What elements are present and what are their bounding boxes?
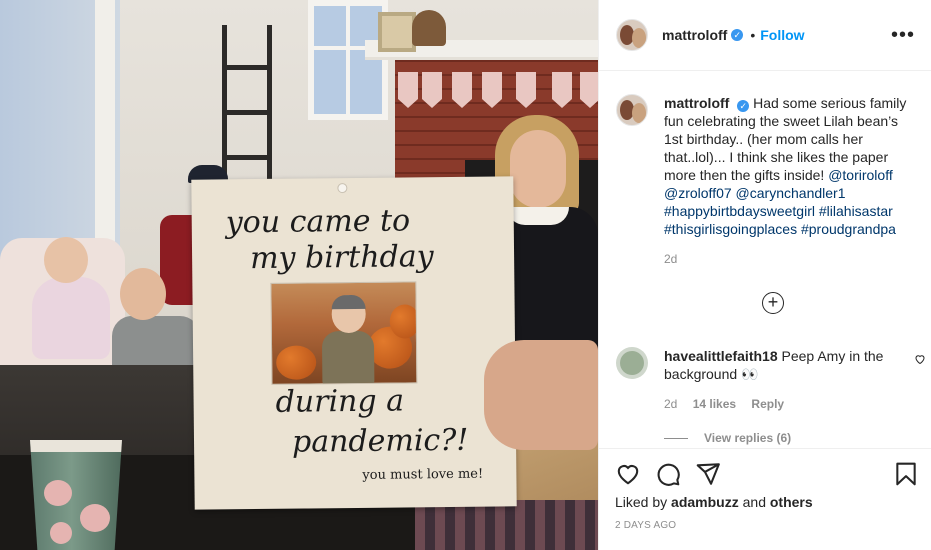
sign-line: you came to — [225, 203, 411, 241]
plus-circle-icon[interactable]: + — [762, 292, 784, 314]
photo-window — [308, 0, 388, 120]
verified-badge-icon: ✓ — [737, 100, 750, 112]
comment-text: havealittlefaith18 Peep Amy in the backg… — [664, 347, 896, 383]
sign-line: my birthday — [249, 239, 434, 277]
photo-ladder-shelf — [222, 25, 272, 185]
caption: mattroloff ✓ Had some serious family fun… — [599, 72, 931, 238]
author-username[interactable]: mattroloff — [662, 27, 727, 43]
comment-meta: 2d 14 likes Reply — [664, 397, 796, 411]
caption-hashtag[interactable]: #happybirtbdaysweetgirl — [664, 203, 815, 219]
comment-likes[interactable]: 14 likes — [693, 397, 736, 411]
post-header: mattroloff ✓ • Follow ••• — [599, 0, 931, 71]
more-options-icon[interactable]: ••• — [891, 25, 915, 45]
liked-by: Liked by adambuzz and others — [615, 494, 813, 510]
commenter-avatar[interactable] — [616, 347, 648, 379]
caption-hashtag[interactable]: #proudgrandpa — [801, 221, 896, 237]
author-avatar[interactable] — [616, 19, 648, 51]
replies-divider — [664, 437, 688, 439]
sign-photo-pumpkin-patch — [270, 281, 418, 385]
heart-icon[interactable] — [615, 461, 641, 487]
instagram-post-modal: you came to my birthday during a pandemi… — [0, 0, 931, 550]
post-photo[interactable]: you came to my birthday during a pandemi… — [0, 0, 598, 550]
caption-mention[interactable]: @toriroloff — [828, 167, 893, 183]
post-timestamp[interactable]: 2 DAYS AGO — [615, 520, 676, 531]
photo-rug — [395, 500, 598, 550]
comments-scroll-area[interactable]: mattroloff ✓ Had some serious family fun… — [599, 72, 931, 448]
commenter-username[interactable]: havealittlefaith18 — [664, 348, 778, 364]
caption-username[interactable]: mattroloff — [664, 95, 729, 111]
caption-mention[interactable]: @carynchandler1 — [736, 185, 846, 201]
caption-mention[interactable]: @zroloff07 — [664, 185, 732, 201]
post-sidebar: mattroloff ✓ • Follow ••• mattroloff ✓ H… — [598, 0, 931, 550]
liked-by-and: and — [742, 494, 766, 510]
view-replies-button[interactable]: View replies (6) — [664, 431, 791, 445]
header-separator: • — [750, 27, 756, 43]
photo-hand — [484, 340, 598, 450]
liked-by-prefix: Liked by — [615, 494, 668, 510]
liked-by-user[interactable]: adambuzz — [671, 494, 739, 510]
liked-by-others[interactable]: others — [770, 494, 813, 510]
caption-hashtag[interactable]: #lilahisastar — [819, 203, 893, 219]
bookmark-icon[interactable] — [893, 461, 919, 487]
comment-icon[interactable] — [655, 461, 681, 487]
caption-avatar[interactable] — [616, 94, 648, 126]
birthday-sign: you came to my birthday during a pandemi… — [191, 176, 517, 510]
sign-line: pandemic?! — [291, 422, 469, 460]
sign-line: during a — [275, 383, 405, 420]
share-icon[interactable] — [695, 461, 721, 487]
post-actions: Liked by adambuzz and others 2 DAYS AGO — [599, 448, 931, 550]
comment-item: havealittlefaith18 Peep Amy in the backg… — [616, 347, 926, 383]
caption-hashtag[interactable]: #thisgirlisgoingplaces — [664, 221, 797, 237]
follow-button[interactable]: Follow — [760, 27, 804, 43]
photo-baby — [30, 235, 112, 360]
sign-line: you must love me! — [362, 466, 484, 483]
caption-timestamp[interactable]: 2d — [664, 252, 931, 266]
photo-paper-cup — [30, 440, 122, 550]
action-icons — [615, 461, 918, 489]
small-heart-icon[interactable] — [914, 353, 926, 365]
reply-button[interactable]: Reply — [751, 397, 784, 411]
verified-badge-icon: ✓ — [731, 29, 744, 41]
caption-text: mattroloff ✓ Had some serious family fun… — [664, 94, 916, 238]
photo-mantel-frame — [378, 12, 416, 52]
sign-pin — [337, 183, 348, 194]
photo-mantel-clock — [412, 10, 446, 46]
view-replies-label: View replies (6) — [704, 431, 792, 445]
photo-toddler — [112, 268, 202, 378]
comment-time[interactable]: 2d — [664, 397, 677, 411]
